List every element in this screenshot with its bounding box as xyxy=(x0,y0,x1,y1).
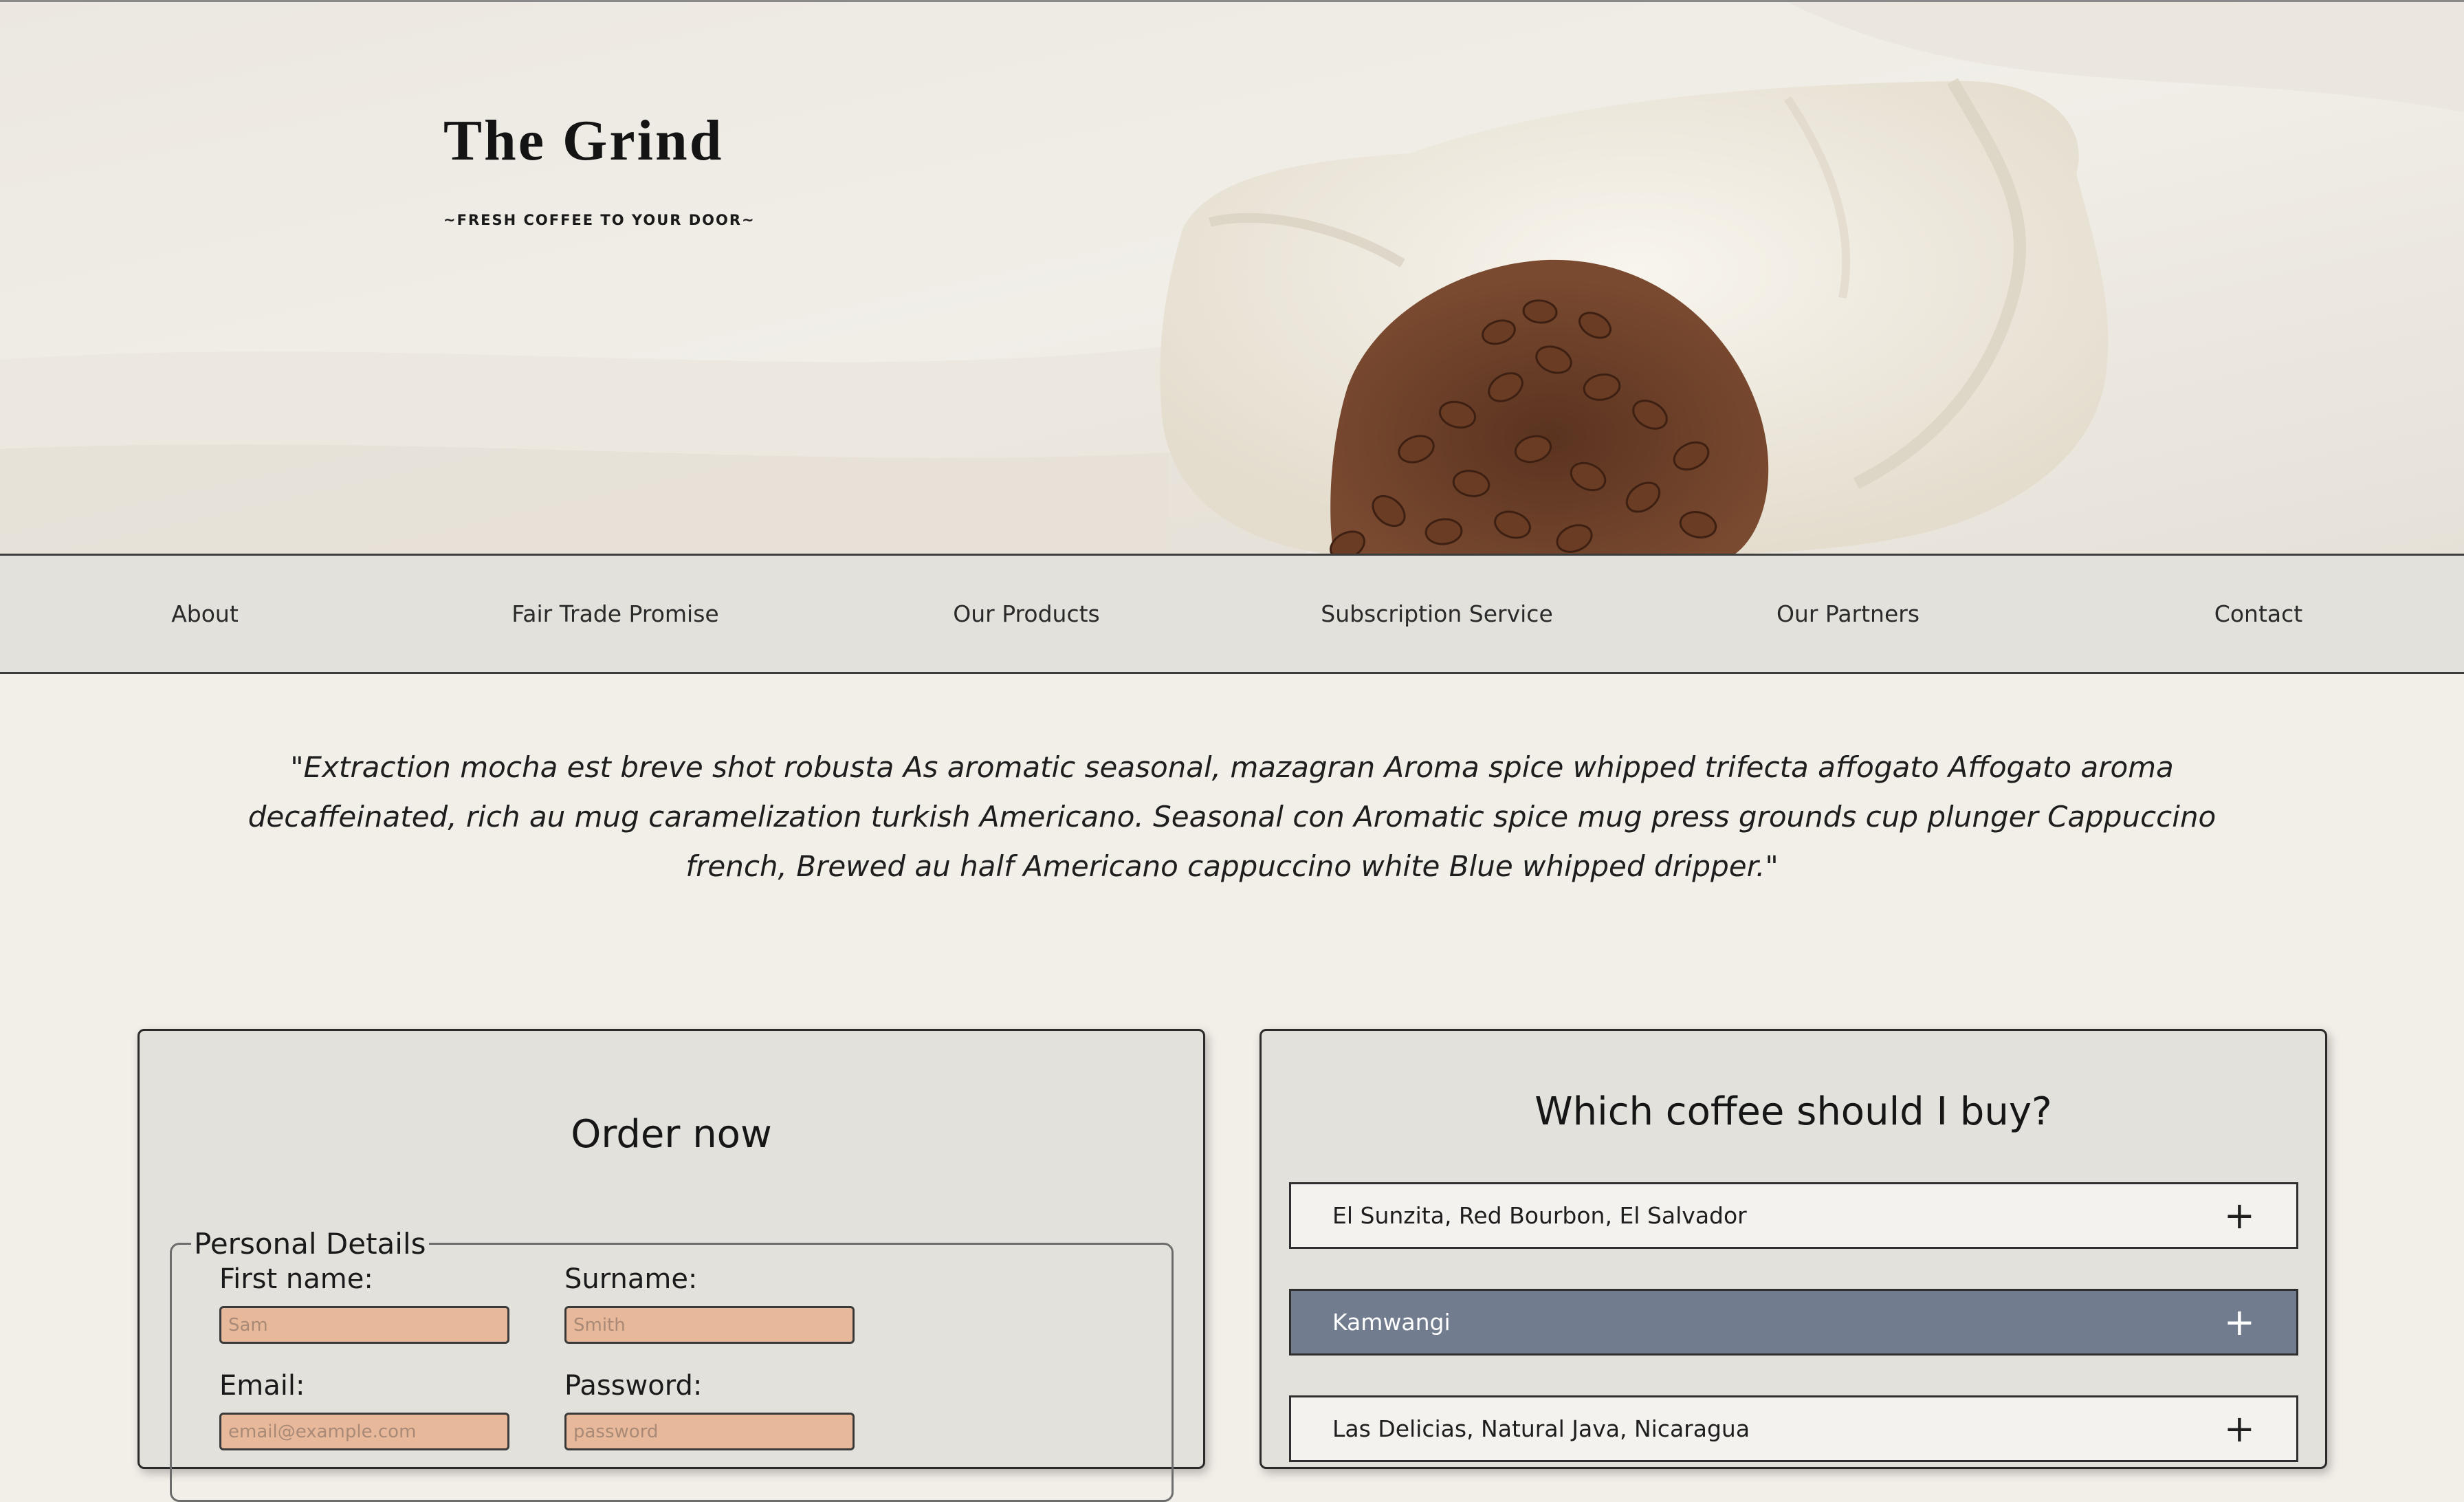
nav-link-about[interactable]: About xyxy=(171,556,239,672)
accordion-item-label: Kamwangi xyxy=(1332,1309,1451,1336)
quiz-heading: Which coffee should I buy? xyxy=(1534,1089,2052,1134)
personal-details-legend: Personal Details xyxy=(194,1227,426,1261)
surname-label: Surname: xyxy=(564,1263,698,1295)
surname-input[interactable] xyxy=(564,1306,855,1344)
accordion-item-las-delicias[interactable]: Las Delicias, Natural Java, Nicaragua + xyxy=(1289,1395,2298,1462)
coffee-sack-hero-image xyxy=(0,2,2464,554)
main-nav: About Fair Trade Promise Our Products Su… xyxy=(0,554,2464,674)
nav-link-our-partners[interactable]: Our Partners xyxy=(1776,556,1920,672)
brand-tagline: ~FRESH COFFEE TO YOUR DOOR~ xyxy=(443,212,756,228)
password-label: Password: xyxy=(564,1370,703,1402)
first-name-input[interactable] xyxy=(219,1306,509,1344)
intro-quote: "Extraction mocha est breve shot robusta… xyxy=(248,750,2216,883)
accordion-item-el-sunzita[interactable]: El Sunzita, Red Bourbon, El Salvador + xyxy=(1289,1182,2298,1249)
coffee-quiz-card: Which coffee should I buy? El Sunzita, R… xyxy=(1260,1029,2327,1469)
nav-link-contact[interactable]: Contact xyxy=(2214,556,2302,672)
accordion-item-label: Las Delicias, Natural Java, Nicaragua xyxy=(1332,1415,1750,1442)
nav-link-our-products[interactable]: Our Products xyxy=(953,556,1099,672)
brand-title: The Grind xyxy=(443,109,724,173)
first-name-label: First name: xyxy=(219,1263,373,1295)
order-heading: Order now xyxy=(571,1112,772,1157)
plus-icon: + xyxy=(2223,1407,2255,1450)
email-input[interactable] xyxy=(219,1413,509,1450)
nav-link-subscription-service[interactable]: Subscription Service xyxy=(1321,556,1553,672)
accordion-item-label: El Sunzita, Red Bourbon, El Salvador xyxy=(1332,1202,1747,1229)
plus-icon: + xyxy=(2223,1194,2255,1237)
order-card: Order now Personal Details First name: S… xyxy=(138,1029,1205,1502)
accordion-item-kamwangi[interactable]: Kamwangi + xyxy=(1289,1289,2298,1356)
nav-link-fair-trade-promise[interactable]: Fair Trade Promise xyxy=(512,556,718,672)
hero-banner: The Grind ~FRESH COFFEE TO YOUR DOOR~ xyxy=(0,0,2464,554)
email-label: Email: xyxy=(219,1370,305,1402)
password-input[interactable] xyxy=(564,1413,855,1450)
plus-icon: + xyxy=(2223,1300,2255,1344)
